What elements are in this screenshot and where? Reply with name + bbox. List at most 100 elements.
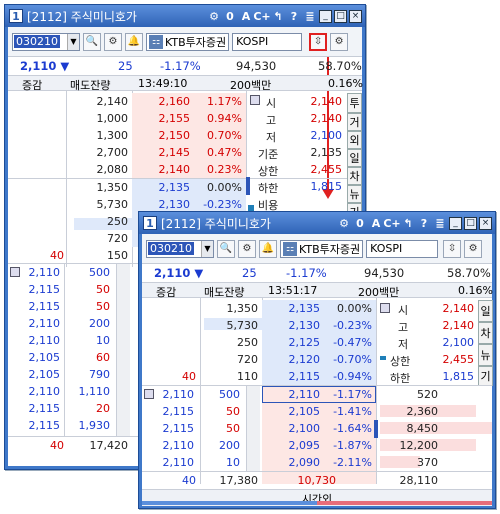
broker-icon: ⚏ (283, 241, 297, 256)
side-tab-1[interactable]: 투 (347, 93, 362, 113)
header-time: 13:49:10 (138, 77, 188, 90)
side-tab-1[interactable]: 일 (478, 300, 493, 322)
gear-icon[interactable]: ⚙ (238, 239, 256, 258)
code-input[interactable]: 030210 ▼ (146, 239, 214, 258)
table-header: 증감 매도잔량 13:51:17 200백만 0.16% (142, 282, 493, 299)
chevron-down-icon[interactable]: ▼ (67, 33, 79, 50)
current-price: 2,110 ▼ (154, 266, 204, 280)
side-tab-6[interactable]: 뉴 (347, 185, 362, 203)
config-icon[interactable]: ⚙ (330, 32, 349, 51)
table-row[interactable]: 2,110 10 2,090 -2.11% 370 (142, 454, 492, 471)
side-tab-2[interactable]: 차 (478, 322, 493, 344)
maximize-button[interactable]: □ (464, 216, 477, 230)
table-row[interactable]: 2,115 50 2,100 -1.64% 8,450 (142, 420, 492, 437)
toolbar: 030210 ▼ 🔍 ⚙ 🔔 ⚏ KTB투자증권 KOSPI ⇳ ⚙ (142, 234, 492, 264)
volume-ratio: 58.70% (447, 266, 491, 280)
a-icon[interactable]: A (369, 216, 383, 230)
broker-icon: ⚏ (149, 34, 163, 49)
window-title: [2112] 주식미니호가 (161, 216, 271, 231)
header-change: 증감 (156, 286, 177, 299)
config-icon[interactable]: ⚙ (464, 239, 483, 258)
market-field: KOSPI (232, 32, 303, 51)
current-price: 2,110 ▼ (20, 59, 70, 73)
table-row[interactable]: 2,115 1,930 (8, 417, 132, 434)
header-amount: 200백만 (230, 79, 272, 92)
back-titlebar: 1 [2112] 주식미니호가 ⚙ 0 A C+ ↰ ? ≣ _ □ × (5, 5, 365, 27)
a-icon[interactable]: A (239, 9, 253, 23)
window-title: [2112] 주식미니호가 (27, 9, 137, 24)
change: 25 (242, 266, 257, 280)
minimize-button[interactable]: _ (319, 9, 332, 23)
table-row[interactable]: 2,110 10 (8, 332, 132, 349)
expand-icon[interactable]: ⇳ (309, 32, 328, 51)
table-row[interactable]: 2,115 50 (8, 281, 132, 298)
settings-icon[interactable]: ⚙ (337, 216, 351, 230)
side-tab-5[interactable]: 차 (347, 167, 362, 185)
table-row[interactable]: 2,115 20 (8, 400, 132, 417)
volume: 94,530 (236, 59, 277, 73)
front-window: 1 [2112] 주식미니호가 ⚙ 0 A C+ ↰ ? ≣ _ □ × 030… (138, 211, 496, 509)
search-icon[interactable]: 🔍 (217, 239, 235, 258)
table-row[interactable]: 2,110 500 2,110 -1.17% 520 (142, 386, 492, 403)
info-panel: 시 2,140 고 2,140 저 2,100 기준 2,135 상한 2,455 하한 1… (258, 95, 342, 212)
search-icon[interactable]: 🔍 (83, 32, 101, 51)
list-icon[interactable]: ≣ (433, 216, 447, 230)
summary-row: 2,110 ▼ 25 -1.17% 94,530 58.70% (142, 266, 492, 282)
close-button[interactable]: × (479, 216, 492, 230)
expand-icon[interactable]: ⇳ (443, 239, 462, 258)
tool-icon[interactable]: ↰ (271, 9, 285, 23)
bell-icon[interactable]: 🔔 (259, 239, 277, 258)
help-icon[interactable]: ? (287, 9, 301, 23)
table-row[interactable]: 2,105 790 (8, 366, 132, 383)
table-row[interactable]: 2,110 500 (8, 264, 132, 281)
chevron-down-icon[interactable]: ▼ (201, 240, 213, 257)
minimize-button[interactable]: _ (449, 216, 462, 230)
tool-icon[interactable]: ↰ (401, 216, 415, 230)
maximize-button[interactable]: □ (334, 9, 347, 23)
close-button[interactable]: × (349, 9, 362, 23)
footer-row: 40 17,380 10,730 28,110 (182, 474, 438, 487)
header-ask-qty: 매도잔량 (70, 79, 111, 92)
table-row[interactable]: 2,110 200 (8, 315, 132, 332)
side-tab-2[interactable]: 거 (347, 113, 362, 131)
help-icon[interactable]: ? (417, 216, 431, 230)
gear-icon[interactable]: ⚙ (104, 32, 122, 51)
code-input[interactable]: 030210 ▼ (12, 32, 80, 51)
header-time: 13:51:17 (268, 284, 318, 297)
info-panel: 시 2,140 고 2,140 저 2,100 상한 2,455 하한 1,815 (378, 300, 476, 386)
toolbar: 030210 ▼ 🔍 ⚙ 🔔 ⚏ KTB투자증권 KOSPI ⇳ ⚙ (8, 27, 362, 57)
change: 25 (118, 59, 133, 73)
table-row[interactable]: 2,110 1,110 (8, 383, 132, 400)
o-icon[interactable]: 0 (223, 9, 237, 23)
volume-ratio: 58.70% (318, 59, 362, 73)
table-row[interactable]: 2,115 50 (8, 298, 132, 315)
link-icon[interactable]: C+ (383, 216, 400, 230)
header-pct: 0.16% (458, 284, 493, 297)
header-amount: 200백만 (358, 286, 400, 299)
table-header: 증감 매도잔량 13:49:10 200백만 0.16% (8, 75, 363, 92)
volume: 94,530 (364, 266, 405, 280)
header-change: 증감 (22, 79, 43, 92)
change-rate: -1.17% (160, 59, 201, 73)
side-tab-3[interactable]: 외 (347, 131, 362, 149)
front-titlebar: 1 [2112] 주식미니호가 ⚙ 0 A C+ ↰ ? ≣ _ □ × (139, 212, 495, 234)
list-icon[interactable] (250, 95, 260, 105)
link-icon[interactable]: C+ (253, 9, 270, 23)
front-body: 030210 ▼ 🔍 ⚙ 🔔 ⚏ KTB투자증권 KOSPI ⇳ ⚙ 2,110 ▼… (142, 234, 493, 506)
app-icon: 1 (143, 216, 157, 230)
side-tab-4[interactable]: 기 (478, 366, 493, 386)
summary-row: 2,110 ▼ 25 -1.17% 94,530 58.70% (8, 59, 362, 75)
side-tab-3[interactable]: 뉴 (478, 344, 493, 366)
table-row[interactable]: 2,105 60 (8, 349, 132, 366)
side-tab-4[interactable]: 일 (347, 149, 362, 167)
broker-select[interactable]: ⚏ KTB투자증권 (146, 32, 230, 51)
bell-icon[interactable]: 🔔 (125, 32, 143, 51)
table-row[interactable]: 2,115 50 2,105 -1.41% 2,360 (142, 403, 492, 420)
list-icon[interactable]: ≣ (303, 9, 317, 23)
change-rate: -1.17% (286, 266, 327, 280)
trade-list: 2,110 500 2,115 50 2,115 50 2,110 200 2,110 1… (8, 264, 132, 436)
table-row[interactable]: 2,110 200 2,095 -1.87% 12,200 (142, 437, 492, 454)
settings-icon[interactable]: ⚙ (207, 9, 221, 23)
o-icon[interactable]: 0 (353, 216, 367, 230)
broker-select[interactable]: ⚏ KTB투자증권 (280, 239, 364, 258)
